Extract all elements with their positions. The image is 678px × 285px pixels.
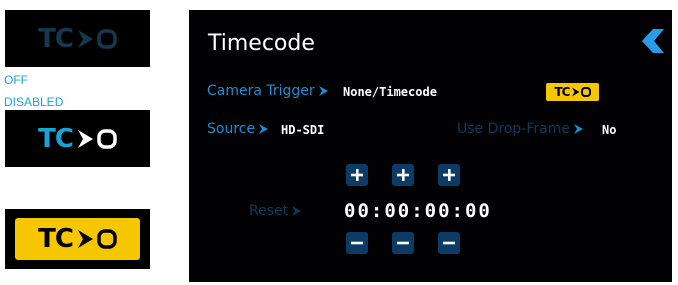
play-arrow-icon: [77, 29, 93, 48]
record-icon: [97, 229, 117, 249]
play-arrow-icon: [571, 87, 579, 97]
drop-frame-label-text: Use Drop-Frame: [457, 121, 570, 137]
reset-button[interactable]: Reset: [249, 203, 302, 219]
seconds-increment-button[interactable]: [438, 164, 460, 186]
tc-logo-mini: TC: [555, 86, 591, 98]
plus-icon: [443, 169, 455, 181]
camera-trigger-value: None/Timecode: [343, 85, 437, 99]
drop-frame-value: No: [602, 123, 617, 137]
record-icon: [580, 87, 591, 97]
arrow-right-icon: [259, 124, 269, 134]
off-label: OFF: [4, 73, 28, 87]
arrow-right-icon: [292, 206, 302, 216]
source-value: HD-SDI: [281, 123, 325, 137]
reset-label-text: Reset: [249, 203, 289, 219]
minus-icon: [443, 241, 455, 245]
tc-status-active-badge: TC: [5, 209, 150, 269]
hours-increment-button[interactable]: [346, 164, 368, 186]
seconds-decrement-button[interactable]: [438, 232, 460, 254]
minus-icon: [397, 241, 409, 245]
plus-icon: [397, 169, 409, 181]
tc-status-indicator: TC: [546, 83, 599, 101]
source-label-text: Source: [207, 121, 256, 137]
tc-badge-text: TC: [554, 85, 571, 99]
record-icon: [97, 28, 117, 49]
tc-logo-active: TC: [38, 226, 117, 252]
plus-icon: [351, 169, 363, 181]
tc-badge-text: TC: [38, 224, 74, 254]
tc-badge-text: TC: [38, 23, 74, 54]
play-arrow-icon: [77, 230, 93, 248]
tc-status-standby-badge: TC: [5, 110, 150, 167]
camera-trigger-label[interactable]: Camera Trigger: [207, 83, 328, 99]
drop-frame-label[interactable]: Use Drop-Frame: [457, 121, 583, 137]
timecode-screen: Timecode Camera Trigger None/Timecode TC…: [189, 10, 672, 282]
disabled-label: DISABLED: [4, 95, 64, 109]
record-icon: [97, 128, 117, 149]
tc-logo-off: TC: [38, 26, 117, 52]
back-button[interactable]: [637, 28, 665, 54]
minutes-increment-button[interactable]: [392, 164, 414, 186]
arrow-right-icon: [573, 124, 583, 134]
arrow-right-icon: [318, 86, 328, 96]
play-arrow-icon: [77, 129, 93, 148]
hours-decrement-button[interactable]: [346, 232, 368, 254]
chevron-left-icon: [642, 29, 664, 53]
tc-status-off-badge: TC: [5, 10, 150, 67]
tc-badge-text: TC: [38, 123, 74, 154]
tc-active-inner: TC: [15, 218, 140, 260]
minus-icon: [351, 241, 363, 245]
source-label[interactable]: Source: [207, 121, 269, 137]
minutes-decrement-button[interactable]: [392, 232, 414, 254]
page-title: Timecode: [208, 31, 315, 56]
timecode-display: 00:00:00:00: [344, 200, 492, 222]
camera-trigger-label-text: Camera Trigger: [207, 83, 315, 99]
tc-logo-standby: TC: [38, 126, 117, 152]
